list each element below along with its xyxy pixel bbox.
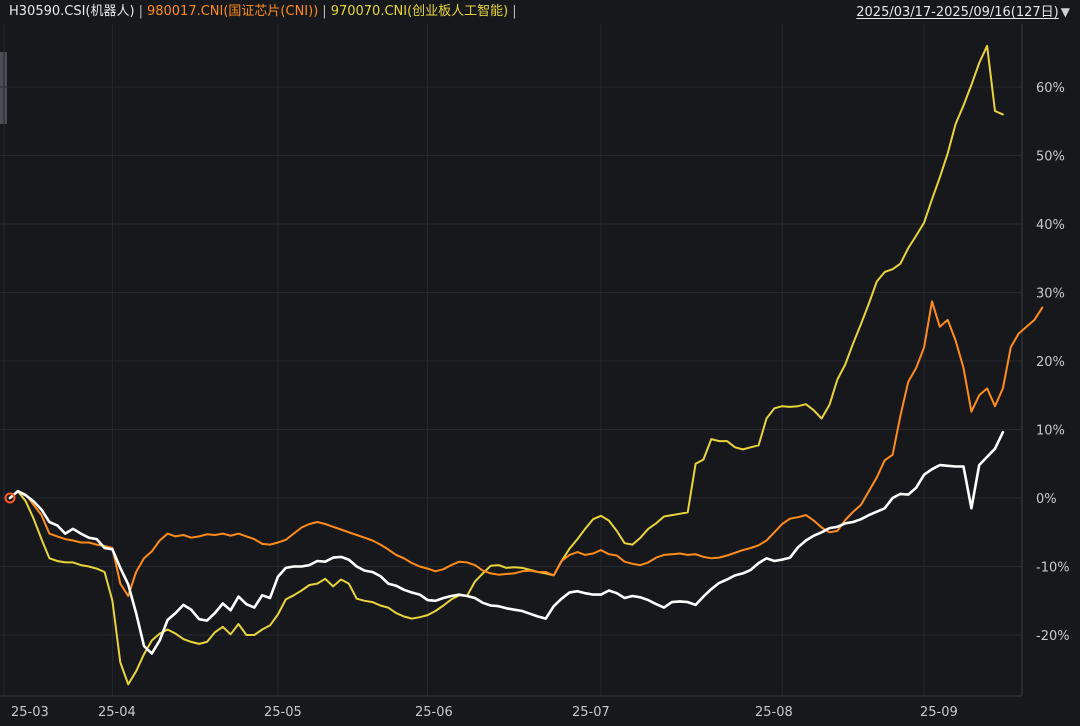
x-tick-label: 25-07 [572,705,610,720]
chart-header: H30590.CSI(机器人) | 980017.CNI(国证芯片(CNI)) | 97… [0,0,1080,24]
y-tick-label: 20% [1036,355,1065,370]
grid-lines [0,24,1022,696]
line-chart: -20%-10%0%10%20%30%40%50%60% 25-03 25-04 2… [0,24,1070,720]
y-tick-label: 40% [1036,218,1065,233]
date-range-selector[interactable]: 2025/03/17-2025/09/16(127日) ▼ [856,0,1070,25]
y-axis: -20% -10% 0% 10% 20% 30% 40% 50% 60% [1021,24,1070,696]
series-line-2 [9,300,1044,597]
x-tick-label: 25-06 [415,705,453,720]
y-tick-label: 60% [1036,81,1065,96]
y-tick-label: 30% [1036,287,1065,302]
y-tick-label: 50% [1036,150,1065,165]
legend-series-3[interactable]: 970070.CNI(创业板人工智能) [331,4,509,19]
legend-separator: | [138,4,143,19]
y-tick-label: -10% [1036,561,1070,576]
x-tick-label: 25-09 [920,705,958,720]
y-tick-label: -20% [1036,629,1070,644]
x-tick-label: 25-05 [264,705,302,720]
y-tick-label: 0% [1036,492,1057,507]
legend-series-2[interactable]: 980017.CNI(国证芯片(CNI)) [147,4,318,19]
legend-separator: | [512,4,517,19]
legend-series-1[interactable]: H30590.CSI(机器人) [9,4,135,19]
x-tick-label: 25-03 [11,705,49,720]
series-legend: H30590.CSI(机器人) | 980017.CNI(国证芯片(CNI)) | 97… [9,0,521,24]
y-tick-label: 10% [1036,424,1065,439]
date-range-text: 2025/03/17-2025/09/16(127日) [856,5,1059,20]
x-axis: 25-03 25-04 25-05 25-06 25-07 25-08 25-09 [0,695,1022,720]
series-lines [8,44,1044,686]
triangle-down-icon[interactable]: ▼ [1061,0,1070,24]
series-line-3 [9,44,1004,686]
legend-separator: | [322,4,327,19]
x-tick-label: 25-08 [755,705,793,720]
x-tick-label: 25-04 [98,705,136,720]
